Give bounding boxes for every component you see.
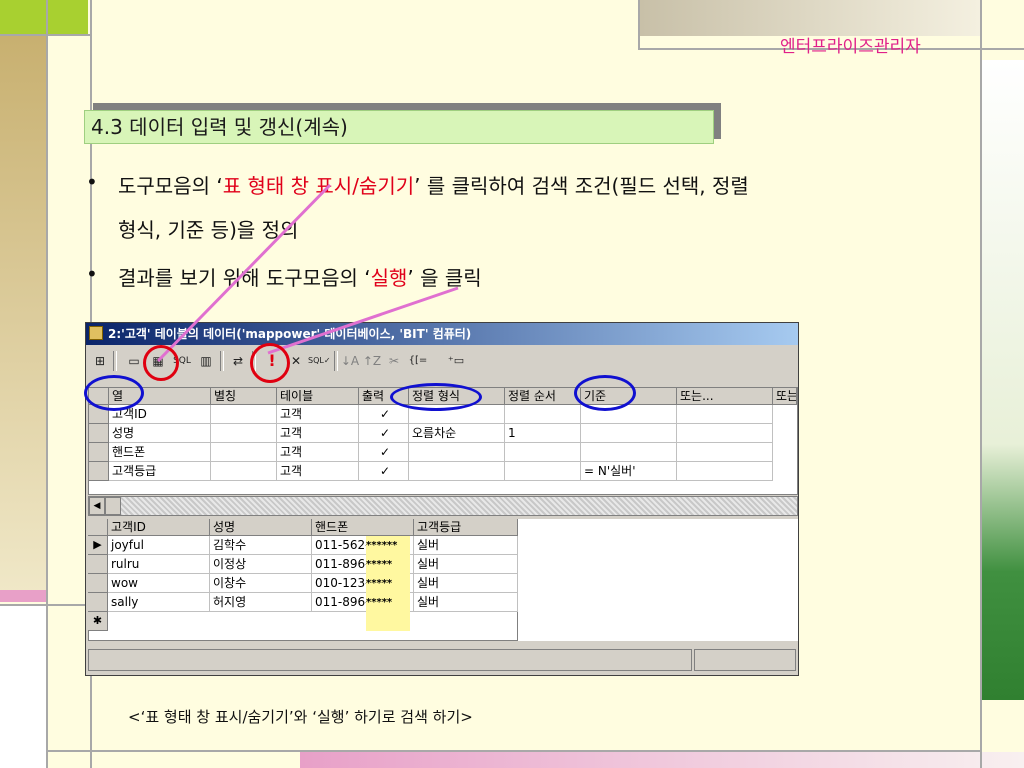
highlight-oval-sort-type: [390, 383, 482, 411]
highlight-circle-grid-toggle: [143, 345, 179, 381]
highlight-oval-criteria: [574, 375, 636, 411]
pointer-line-2: [267, 286, 459, 355]
highlight-oval-column: [84, 375, 144, 411]
annotation-arrows: [156, 183, 459, 363]
highlight-circle-run: [250, 343, 290, 383]
pointer-line-1: [156, 183, 332, 363]
figure-caption: <‘표 형태 창 표시/숨기기’와 ‘실행’ 하기로 검색 하기>: [128, 708, 473, 726]
